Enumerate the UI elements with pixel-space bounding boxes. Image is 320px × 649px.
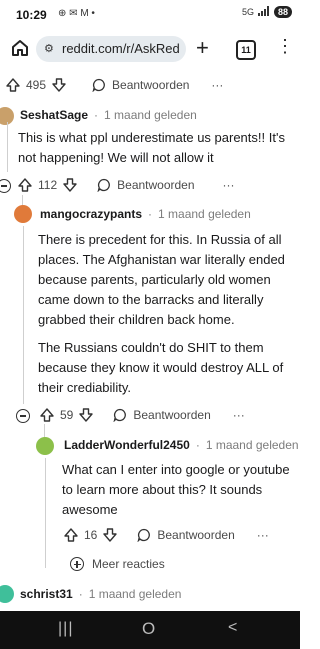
- more-replies-button[interactable]: Meer reacties: [70, 557, 165, 571]
- comment-body: This is what ppl underestimate us parent…: [18, 130, 285, 165]
- more-options-button[interactable]: ···: [211, 78, 223, 92]
- status-time: 10:29: [16, 8, 47, 22]
- status-right: 5G 88: [242, 6, 292, 18]
- tab-switcher-button[interactable]: 11: [236, 40, 256, 60]
- comment-header: LadderWonderful2450 · 1 maand geleden: [64, 438, 299, 452]
- comment-header: mangocrazypants · 1 maand geleden: [40, 207, 251, 221]
- comment-time: 1 maand geleden: [205, 438, 299, 452]
- thread-line: [45, 458, 46, 568]
- reply-icon[interactable]: [92, 78, 106, 93]
- downvote-icon[interactable]: [63, 178, 77, 192]
- comment-header: schrist31 · 1 maand geleden: [20, 587, 181, 601]
- recents-button[interactable]: |||: [58, 620, 73, 638]
- comment-body: What can I enter into google or youtube …: [62, 462, 290, 517]
- browser-toolbar: ⚙ reddit.com/r/AskRedd + 11 ⋮: [0, 30, 300, 68]
- dot-separator: ·: [195, 438, 200, 452]
- collapse-icon[interactable]: [0, 179, 11, 193]
- more-options-button[interactable]: ···: [223, 178, 235, 192]
- overflow-menu-icon[interactable]: ⋮: [276, 36, 294, 57]
- comment-time: 1 maand geleden: [158, 207, 251, 221]
- upvote-icon[interactable]: [40, 408, 54, 422]
- comment-action-row: 59 Beantwoorden ···: [40, 408, 245, 423]
- home-icon[interactable]: [10, 38, 30, 58]
- comment-header: SeshatSage · 1 maand geleden: [20, 108, 197, 122]
- avatar[interactable]: [36, 437, 54, 455]
- thread-line: [23, 226, 24, 404]
- vote-count: 16: [84, 528, 98, 542]
- upvote-icon[interactable]: [6, 78, 20, 92]
- more-options-button[interactable]: ···: [233, 408, 245, 422]
- comment-body: The Russians couldn't do SHIT to them be…: [38, 340, 284, 395]
- avatar[interactable]: [0, 585, 14, 603]
- address-bar[interactable]: ⚙ reddit.com/r/AskRedd: [36, 36, 186, 62]
- dot-separator: ·: [94, 108, 99, 122]
- upvote-icon[interactable]: [18, 178, 32, 192]
- system-nav-bar: ||| O <: [0, 611, 300, 649]
- back-button[interactable]: <: [228, 619, 237, 637]
- url-text: reddit.com/r/AskRedd: [62, 41, 180, 56]
- comment-author[interactable]: mangocrazypants: [40, 207, 142, 221]
- home-button[interactable]: O: [142, 619, 155, 639]
- downvote-icon[interactable]: [52, 78, 66, 92]
- more-options-button[interactable]: ···: [257, 528, 269, 542]
- battery-icon: 88: [273, 6, 292, 18]
- comment-action-row: 112 Beantwoorden ···: [18, 178, 235, 193]
- comment-author[interactable]: SeshatSage: [20, 108, 88, 122]
- signal-icon: [257, 6, 270, 18]
- site-settings-icon[interactable]: ⚙: [44, 42, 54, 55]
- downvote-icon[interactable]: [79, 408, 94, 422]
- more-replies-label: Meer reacties: [92, 557, 165, 571]
- notification-icons: ⊕ ✉ M •: [58, 8, 95, 19]
- reply-button[interactable]: Beantwoorden: [117, 178, 194, 192]
- dot-separator: ·: [78, 587, 83, 601]
- network-label: 5G: [241, 7, 254, 17]
- reply-icon[interactable]: [97, 178, 111, 193]
- reply-button[interactable]: Beantwoorden: [112, 78, 189, 92]
- new-tab-icon[interactable]: +: [196, 35, 209, 61]
- post-action-row: 495 Beantwoorden ···: [6, 78, 223, 93]
- avatar[interactable]: [14, 205, 32, 223]
- comment-time: 1 maand geleden: [104, 108, 197, 122]
- collapse-icon[interactable]: [16, 409, 30, 423]
- reply-icon[interactable]: [113, 408, 127, 423]
- downvote-icon[interactable]: [103, 528, 118, 542]
- reply-button[interactable]: Beantwoorden: [133, 408, 210, 422]
- comment-time: 1 maand geleden: [88, 587, 182, 601]
- reply-icon[interactable]: [137, 528, 151, 543]
- vote-count: 112: [38, 178, 58, 192]
- comment-author[interactable]: schrist31: [20, 587, 73, 601]
- upvote-icon[interactable]: [64, 528, 78, 542]
- status-bar: 10:29 ⊕ ✉ M • 5G 88: [0, 0, 300, 30]
- thread-line: [7, 122, 8, 172]
- comment-action-row: 16 Beantwoorden ···: [64, 528, 269, 543]
- comment-author[interactable]: LadderWonderful2450: [64, 438, 190, 452]
- comment-body: There is precedent for this. In Russia o…: [38, 232, 285, 327]
- expand-icon: [70, 557, 84, 571]
- reply-button[interactable]: Beantwoorden: [157, 528, 234, 542]
- vote-count: 495: [26, 78, 47, 92]
- dot-separator: ·: [148, 207, 153, 221]
- vote-count: 59: [60, 408, 74, 422]
